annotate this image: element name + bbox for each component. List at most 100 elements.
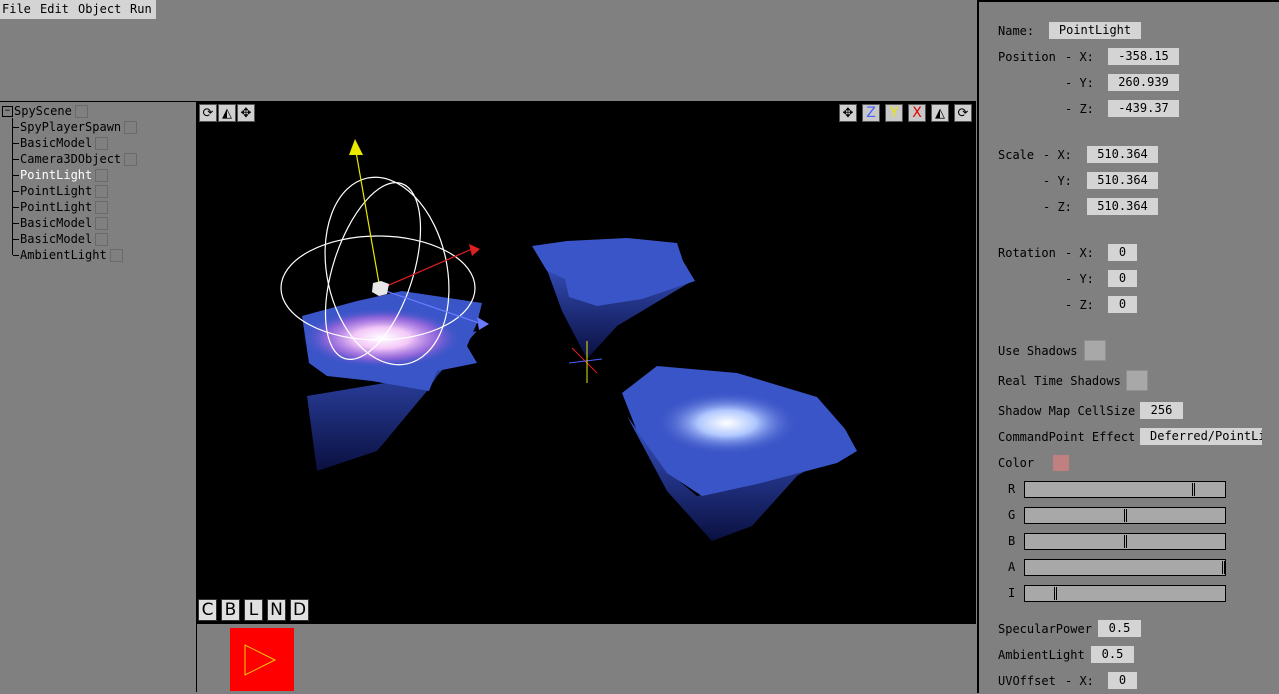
axis-label: X (912, 105, 922, 121)
realtime-shadows-label: Real Time Shadows (998, 374, 1121, 388)
tree-item[interactable]: PointLight (13, 199, 109, 215)
scale-x-field[interactable]: 510.364 (1087, 146, 1158, 163)
axis-label: Y (889, 105, 899, 121)
rotation-y-field[interactable]: 0 (1108, 270, 1137, 287)
tree-item[interactable]: PointLight (13, 167, 109, 183)
view-mode-c-button[interactable]: C (198, 599, 217, 621)
slider-thumb[interactable] (1124, 509, 1127, 522)
slider-i-label: I (1008, 586, 1016, 600)
scene-tree: − SpyScene SpyPlayerSpawn BasicModel Camera… (0, 101, 198, 692)
scale-z-field[interactable]: 510.364 (1087, 198, 1158, 215)
tree-item[interactable]: BasicModel (13, 135, 109, 151)
move-icon[interactable]: ✥ (839, 104, 857, 122)
rotate-icon[interactable]: ⟳ (954, 104, 972, 122)
specular-power-field[interactable]: 0.5 (1098, 620, 1141, 637)
uvoffset-x-field[interactable]: 0 (1108, 672, 1137, 689)
tree-checkbox[interactable] (95, 201, 109, 214)
move-icon[interactable]: ✥ (237, 104, 255, 122)
z-axis-arrow[interactable] (477, 317, 489, 330)
axis-x-button[interactable]: X (908, 104, 926, 122)
menu-edit[interactable]: Edit (40, 2, 69, 16)
scene-render[interactable] (197, 101, 976, 622)
ambient-light-field[interactable]: 0.5 (1091, 646, 1134, 663)
tree-item[interactable]: Camera3DObject (13, 151, 138, 167)
color-swatch[interactable] (1053, 455, 1069, 471)
tree-item[interactable]: PointLight (13, 183, 109, 199)
rock-right[interactable] (622, 366, 857, 541)
tree-item-label: AmbientLight (20, 248, 107, 262)
cmdpoint-effect-field[interactable]: Deferred/PointLi (1140, 428, 1262, 445)
rotation-x-field[interactable]: 0 (1108, 244, 1137, 261)
tree-checkbox[interactable] (95, 233, 109, 246)
use-shadows-label: Use Shadows (998, 344, 1078, 358)
view-mode-b-button[interactable]: B (221, 599, 240, 621)
slider-a[interactable] (1024, 559, 1226, 576)
scale-z-label: - Z: (1043, 200, 1072, 214)
timeline-bar (197, 622, 976, 693)
rotation-y-label: - Y: (1065, 272, 1094, 286)
rock-middle[interactable] (532, 238, 695, 359)
scale-icon[interactable]: ◭ (218, 104, 236, 122)
slider-g-label: G (1008, 508, 1016, 522)
rock-left[interactable] (302, 291, 482, 471)
tree-item-label: PointLight (20, 168, 93, 182)
name-field[interactable]: PointLight (1049, 22, 1141, 39)
menu-object[interactable]: Object (78, 2, 121, 16)
gizmo-center-handle[interactable] (372, 281, 389, 296)
rotation-z-label: - Z: (1065, 298, 1094, 312)
position-x-label: - X: (1065, 50, 1094, 64)
use-shadows-checkbox[interactable] (1084, 340, 1106, 361)
menu-run[interactable]: Run (130, 2, 152, 16)
rotate-icon[interactable]: ⟳ (199, 104, 217, 122)
slider-g[interactable] (1024, 507, 1226, 524)
position-z-field[interactable]: -439.37 (1108, 100, 1179, 117)
tree-checkbox[interactable] (95, 169, 109, 182)
tree-item-label: PointLight (20, 184, 93, 198)
slider-thumb[interactable] (1054, 587, 1057, 600)
y-axis-arrow[interactable] (349, 139, 363, 155)
tree-checkbox[interactable] (95, 185, 109, 198)
scale-y-field[interactable]: 510.364 (1087, 172, 1158, 189)
scale-icon[interactable]: ◭ (931, 104, 949, 122)
shadow-cellsize-field[interactable]: 256 (1140, 402, 1183, 419)
view-mode-l-button[interactable]: L (244, 599, 263, 621)
slider-b[interactable] (1024, 533, 1226, 550)
tree-item[interactable]: BasicModel (13, 231, 109, 247)
slider-thumb[interactable] (1222, 561, 1225, 574)
slider-thumb[interactable] (1192, 483, 1195, 496)
tree-checkbox[interactable] (124, 153, 138, 166)
tree-item[interactable]: BasicModel (13, 215, 109, 231)
shadow-cellsize-label: Shadow Map CellSize (998, 404, 1136, 418)
slider-r[interactable] (1024, 481, 1226, 498)
menu-file[interactable]: File (2, 2, 31, 16)
tree-checkbox[interactable] (124, 121, 138, 134)
axis-z-button[interactable]: Z (862, 104, 880, 122)
tree-item-label: BasicModel (20, 136, 93, 150)
tree-root[interactable]: − SpyScene (2, 103, 88, 119)
tree-item[interactable]: SpyPlayerSpawn (13, 119, 138, 135)
position-x-field[interactable]: -358.15 (1108, 48, 1179, 65)
play-button[interactable] (230, 628, 294, 691)
rotation-z-field[interactable]: 0 (1108, 296, 1137, 313)
tree-checkbox[interactable] (74, 105, 88, 118)
menu-bar: File Edit Object Run (0, 0, 156, 19)
tree-item-label: BasicModel (20, 216, 93, 230)
tree-item-label: SpyPlayerSpawn (20, 120, 122, 134)
position-label: Position (998, 50, 1056, 64)
slider-i[interactable] (1024, 585, 1226, 602)
view-mode-d-button[interactable]: D (290, 599, 309, 621)
tree-checkbox[interactable] (95, 137, 109, 150)
collapse-icon[interactable]: − (2, 106, 13, 117)
view-mode-n-button[interactable]: N (267, 599, 286, 621)
x-axis-arrow[interactable] (469, 244, 480, 256)
tree-checkbox[interactable] (95, 217, 109, 230)
realtime-shadows-checkbox[interactable] (1126, 370, 1148, 391)
slider-thumb[interactable] (1124, 535, 1127, 548)
position-y-field[interactable]: 260.939 (1108, 74, 1179, 91)
axis-y-button[interactable]: Y (885, 104, 903, 122)
tree-item[interactable]: AmbientLight (13, 247, 123, 263)
slider-a-label: A (1008, 560, 1016, 574)
tree-item-label: PointLight (20, 200, 93, 214)
tree-checkbox[interactable] (109, 249, 123, 262)
3d-viewport[interactable]: ⟳ ◭ ✥ ✥ Z Y X ◭ ⟳ (197, 101, 976, 622)
